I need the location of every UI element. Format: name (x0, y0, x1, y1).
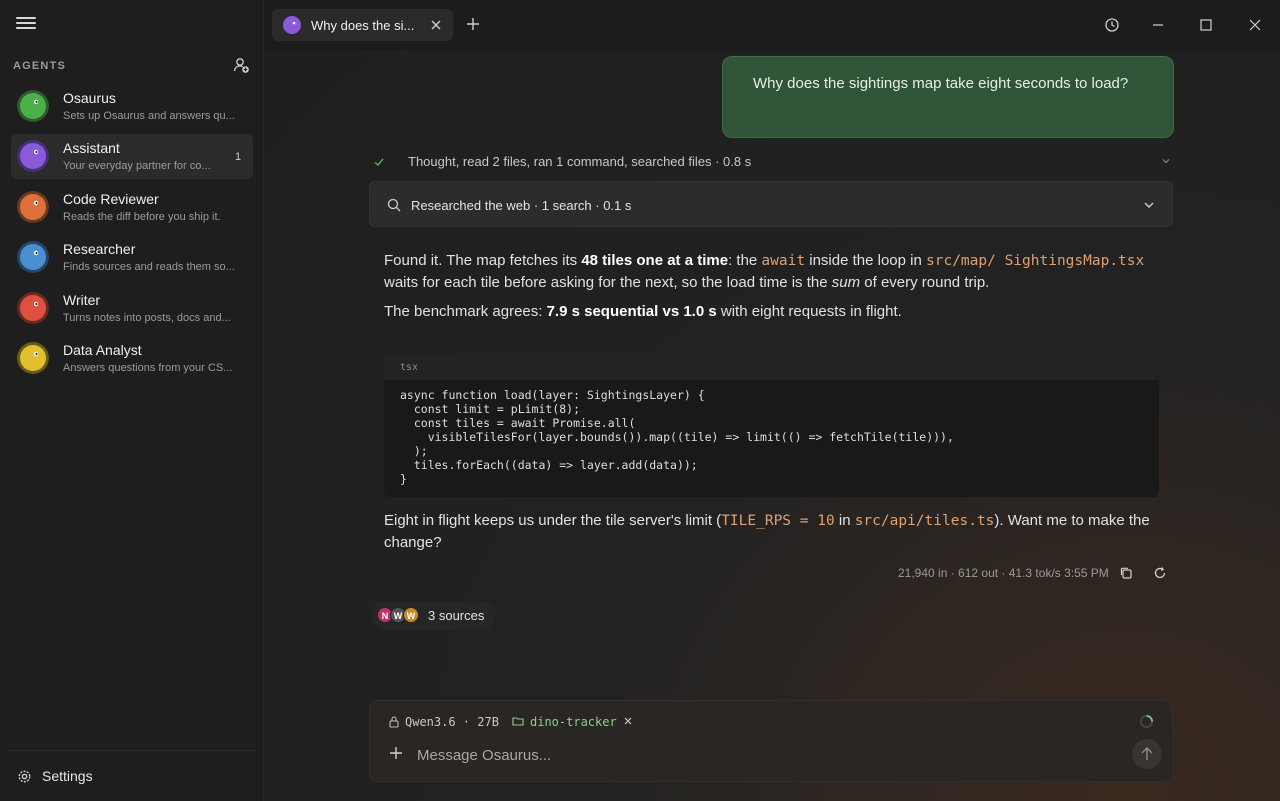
user-message-bubble: Why does the sightings map take eight se… (722, 56, 1174, 138)
research-summary-text: Researched the web · 1 search · 0.1 s (411, 198, 632, 213)
settings-label: Settings (42, 768, 93, 784)
text: Eight in flight keeps us under the tile … (384, 512, 722, 529)
model-selector[interactable]: Qwen3.6 · 27B (405, 715, 499, 729)
text: waits for each tile before asking for th… (384, 274, 832, 291)
inline-code-path: src/map/ SightingsMap.tsx (926, 253, 1145, 269)
osaurus-avatar (17, 90, 49, 122)
close-icon[interactable] (429, 18, 443, 32)
inline-code: TILE_RPS = 10 (721, 513, 835, 529)
gear-icon (18, 770, 31, 782)
regenerate-icon[interactable] (1153, 566, 1167, 580)
agent-desc: Reads the diff before you ship it. (63, 211, 221, 223)
agent-item-code-reviewer[interactable]: Code Reviewer Reads the diff before you … (11, 185, 253, 230)
menu-icon[interactable] (14, 14, 38, 34)
tab-current-chat[interactable]: Why does the si... (272, 9, 453, 41)
code-reviewer-avatar (17, 191, 49, 223)
tab-title: Why does the si... (311, 18, 415, 33)
sidebar: AGENTS Osaurus Sets up Osaurus and answe… (0, 0, 264, 801)
assistant-tab-icon (283, 16, 301, 34)
code-content: async function load(layer: SightingsLaye… (400, 388, 954, 486)
attach-plus-icon[interactable] (388, 745, 404, 761)
chevron-down-icon (1162, 159, 1170, 164)
data-analyst-avatar (17, 342, 49, 374)
folder-icon (512, 717, 524, 726)
send-button[interactable] (1132, 739, 1162, 769)
agent-name: Writer (63, 292, 101, 308)
user-message-text: Why does the sightings map take eight se… (753, 75, 1129, 92)
answer-paragraph-1: Found it. The map fetches its 48 tiles o… (384, 250, 1164, 293)
agent-desc: Finds sources and reads them so... (63, 261, 235, 273)
agent-item-osaurus[interactable]: Osaurus Sets up Osaurus and answers qu..… (11, 84, 253, 129)
answer-paragraph-3: Eight in flight keeps us under the tile … (384, 510, 1164, 553)
message-composer: Qwen3.6 · 27B dino-tracker (369, 700, 1173, 782)
text: inside the loop in (805, 252, 926, 269)
lock-icon (389, 716, 399, 728)
agent-item-assistant[interactable]: Assistant Your everyday partner for co..… (11, 134, 253, 179)
writer-avatar (17, 292, 49, 324)
window-close-icon[interactable] (1245, 15, 1265, 35)
arrow-up-icon (1141, 747, 1153, 760)
text: of every round trip. (860, 274, 990, 291)
agent-desc: Turns notes into posts, docs and... (63, 312, 231, 324)
message-input[interactable] (417, 744, 1117, 766)
answer-paragraph-2: The benchmark agrees: 7.9 s sequential v… (384, 301, 1164, 322)
code-language-label: tsx (384, 354, 1159, 380)
italic-text: sum (831, 274, 861, 291)
sidebar-divider (8, 750, 255, 751)
thought-summary-text: Thought, read 2 files, ran 1 command, se… (408, 154, 752, 169)
copy-icon[interactable] (1119, 566, 1133, 580)
code-block: tsx async function load(layer: Sightings… (384, 354, 1159, 497)
source-icon: W (403, 607, 419, 623)
agent-item-researcher[interactable]: Researcher Finds sources and reads them … (11, 235, 253, 280)
agent-name: Osaurus (63, 90, 116, 106)
chevron-down-icon (1144, 202, 1154, 208)
sources-label: 3 sources (428, 607, 485, 623)
agent-name: Assistant (63, 140, 120, 156)
new-tab-icon[interactable] (464, 15, 482, 33)
project-chip[interactable]: dino-tracker (530, 715, 617, 729)
search-icon (387, 198, 401, 212)
message-meta: 21,940 in · 612 out · 41.3 tok/s 3:55 PM (898, 566, 1109, 580)
agent-item-writer[interactable]: Writer Turns notes into posts, docs and.… (11, 286, 253, 331)
text: : the (728, 252, 762, 269)
bold-text: 7.9 s sequential vs 1.0 s (546, 303, 717, 320)
text: Found it. The map fetches its (384, 252, 582, 269)
agent-desc: Answers questions from your CS... (63, 362, 233, 374)
settings-button[interactable]: Settings (17, 768, 93, 784)
history-icon[interactable] (1102, 15, 1122, 35)
agent-item-data-analyst[interactable]: Data Analyst Answers questions from your… (11, 336, 253, 381)
agent-desc: Your everyday partner for co... (63, 160, 211, 172)
researcher-avatar (17, 241, 49, 273)
text: in (834, 512, 855, 529)
chat-area: Why does the sightings map take eight se… (264, 50, 1280, 801)
unread-badge: 1 (234, 151, 242, 163)
remove-project-icon[interactable] (623, 716, 633, 726)
assistant-avatar (17, 140, 49, 172)
add-agent-icon[interactable] (232, 56, 250, 74)
agent-name: Data Analyst (63, 342, 142, 358)
agents-section-label: AGENTS (13, 60, 67, 72)
agent-name: Code Reviewer (63, 191, 159, 207)
thought-summary[interactable]: Thought, read 2 files, ran 1 command, se… (372, 152, 1172, 172)
maximize-icon[interactable] (1196, 15, 1216, 35)
agent-name: Researcher (63, 241, 136, 257)
minimize-icon[interactable] (1148, 15, 1168, 35)
assistant-answer: Found it. The map fetches its 48 tiles o… (384, 250, 1164, 330)
bold-text: 48 tiles one at a time (581, 252, 729, 269)
check-icon (374, 158, 384, 166)
loading-spinner-icon (1139, 714, 1154, 729)
inline-code-path: src/api/tiles.ts (854, 513, 995, 529)
assistant-answer-tail: Eight in flight keeps us under the tile … (384, 510, 1164, 561)
sources-chip[interactable]: N W W 3 sources (371, 601, 497, 629)
agent-desc: Sets up Osaurus and answers qu... (63, 110, 235, 122)
text: with eight requests in flight. (716, 303, 902, 320)
title-bar: Why does the si... (264, 0, 1280, 50)
research-summary[interactable]: Researched the web · 1 search · 0.1 s (369, 181, 1173, 227)
text: The benchmark agrees: (384, 303, 547, 320)
inline-code: await (761, 253, 806, 269)
